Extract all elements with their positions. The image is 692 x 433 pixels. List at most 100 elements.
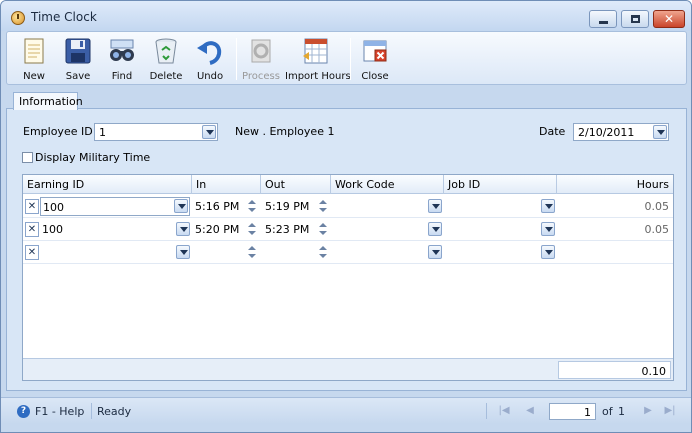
of-label: of <box>602 405 613 418</box>
delete-button[interactable]: Delete <box>145 34 187 84</box>
help-text[interactable]: F1 - Help <box>35 405 84 418</box>
earning-id-input[interactable]: 100 <box>40 197 190 216</box>
out-time-spinner-icon[interactable] <box>317 244 329 261</box>
maximize-icon <box>631 15 640 23</box>
out-time-spinner-icon[interactable] <box>317 221 329 238</box>
table-row[interactable]: ✕ <box>23 241 673 264</box>
time-entries-grid: Earning ID In Out Work Code Job ID Hours… <box>22 174 674 381</box>
out-time-value[interactable]: 5:23 PM <box>265 223 309 236</box>
in-time-spinner-icon[interactable] <box>246 221 258 238</box>
delete-row-icon[interactable]: ✕ <box>25 222 39 237</box>
undo-label: Undo <box>196 71 224 82</box>
grid-footer: 0.10 <box>23 358 673 380</box>
import-hours-icon <box>303 38 328 64</box>
delete-row-icon[interactable]: ✕ <box>25 245 39 260</box>
chevron-down-icon[interactable] <box>202 125 216 139</box>
process-label: Process <box>242 71 280 82</box>
in-time-spinner-icon[interactable] <box>246 198 258 215</box>
job-id-dropdown-icon[interactable] <box>541 222 555 236</box>
first-page-icon[interactable]: |◀ <box>497 405 511 418</box>
column-header-hours[interactable]: Hours <box>557 175 673 194</box>
window-close-button[interactable]: ✕ <box>653 10 685 28</box>
employee-id-combo[interactable]: 1 <box>94 123 218 141</box>
new-document-icon <box>24 38 44 64</box>
tab-information[interactable]: Information <box>13 92 83 110</box>
undo-arrow-icon <box>197 41 222 65</box>
window-title: Time Clock <box>31 10 97 24</box>
close-form-icon <box>363 40 387 62</box>
earning-id-value: 100 <box>43 201 64 214</box>
in-time-spinner-icon[interactable] <box>246 244 258 261</box>
page-number-input[interactable]: 1 <box>549 403 596 420</box>
next-page-icon[interactable]: ▶ <box>641 405 655 418</box>
find-label: Find <box>111 71 133 82</box>
floppy-disk-icon <box>65 38 91 64</box>
employee-id-label: Employee ID <box>23 125 93 138</box>
employee-name: New . Employee 1 <box>235 125 335 138</box>
process-button[interactable]: Process <box>239 34 283 84</box>
status-separator <box>91 403 92 419</box>
date-value: 2/10/2011 <box>578 126 635 139</box>
chevron-down-icon[interactable] <box>176 245 190 259</box>
out-time-value[interactable]: 5:19 PM <box>265 200 309 213</box>
page-count: 1 <box>618 405 625 418</box>
save-button[interactable]: Save <box>57 34 99 84</box>
work-code-dropdown-icon[interactable] <box>428 245 442 259</box>
previous-page-icon[interactable]: ◀ <box>523 405 537 418</box>
table-row[interactable]: ✕ 100 5:16 PM 5:19 PM 0.05 <box>23 195 673 218</box>
help-icon[interactable]: ? <box>17 405 30 418</box>
save-label: Save <box>65 71 91 82</box>
out-time-spinner-icon[interactable] <box>317 198 329 215</box>
import-hours-label: Import Hours <box>285 71 351 82</box>
hours-value: 0.05 <box>644 200 670 213</box>
find-button[interactable]: Find <box>101 34 143 84</box>
binoculars-icon <box>110 39 134 61</box>
status-text: Ready <box>97 405 132 418</box>
undo-button[interactable]: Undo <box>189 34 231 84</box>
window-bottom-border <box>1 424 691 432</box>
time-clock-window: Time Clock ✕ New Save Find Delete Undo P… <box>0 0 692 433</box>
status-bar: ? F1 - Help Ready |◀ ◀ 1 of 1 ▶ ▶| <box>1 397 691 424</box>
hours-value: 0.05 <box>644 223 670 236</box>
close-label: Close <box>361 71 389 82</box>
total-hours: 0.10 <box>558 361 671 379</box>
recycle-bin-icon <box>155 38 177 64</box>
delete-label: Delete <box>149 71 183 82</box>
close-icon: ✕ <box>664 12 675 26</box>
column-header-in[interactable]: In <box>192 175 261 194</box>
new-button[interactable]: New <box>13 34 55 84</box>
earning-id-value[interactable]: 100 <box>42 223 63 236</box>
chevron-down-icon[interactable] <box>176 222 190 236</box>
military-time-checkbox[interactable] <box>22 152 33 163</box>
table-row[interactable]: ✕ 100 5:20 PM 5:23 PM 0.05 <box>23 218 673 241</box>
toolbar: New Save Find Delete Undo Process Import… <box>6 31 687 85</box>
maximize-button[interactable] <box>621 10 649 28</box>
chevron-down-icon[interactable] <box>174 199 188 213</box>
new-label: New <box>23 71 45 82</box>
date-picker[interactable]: 2/10/2011 <box>573 123 669 141</box>
toolbar-separator <box>236 38 237 80</box>
import-hours-button[interactable]: Import Hours <box>285 34 351 84</box>
chevron-down-icon[interactable] <box>653 125 667 139</box>
column-header-earning-id[interactable]: Earning ID <box>23 175 192 194</box>
work-code-dropdown-icon[interactable] <box>428 222 442 236</box>
in-time-value[interactable]: 5:20 PM <box>195 223 239 236</box>
minimize-icon <box>599 21 608 24</box>
date-label: Date <box>539 125 566 138</box>
process-icon <box>251 39 271 63</box>
toolbar-separator <box>350 38 351 80</box>
clock-app-icon <box>11 11 25 25</box>
job-id-dropdown-icon[interactable] <box>541 199 555 213</box>
work-code-dropdown-icon[interactable] <box>428 199 442 213</box>
column-header-job-id[interactable]: Job ID <box>444 175 557 194</box>
minimize-button[interactable] <box>589 10 617 28</box>
last-page-icon[interactable]: ▶| <box>663 405 677 418</box>
military-time-label: Display Military Time <box>35 151 151 164</box>
close-button[interactable]: Close <box>354 34 396 84</box>
delete-row-icon[interactable]: ✕ <box>25 199 39 214</box>
in-time-value[interactable]: 5:16 PM <box>195 200 239 213</box>
job-id-dropdown-icon[interactable] <box>541 245 555 259</box>
column-header-out[interactable]: Out <box>261 175 331 194</box>
column-header-work-code[interactable]: Work Code <box>331 175 444 194</box>
status-separator <box>486 403 487 419</box>
